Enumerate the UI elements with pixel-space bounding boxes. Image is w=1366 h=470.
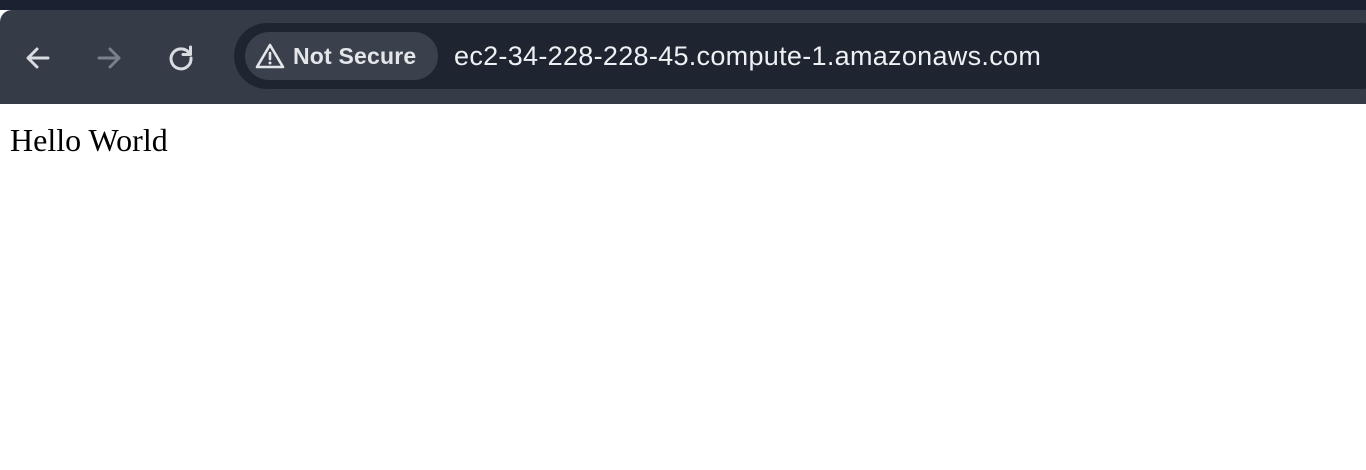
arrow-left-icon [26,47,50,69]
arrow-right-icon [97,47,121,69]
security-label: Not Secure [293,42,417,69]
back-button[interactable] [20,40,56,76]
reload-button[interactable] [163,40,199,76]
warning-triangle-icon [254,40,286,72]
page-content: Hello World [0,104,1366,470]
security-indicator[interactable]: Not Secure [245,32,438,80]
url-text[interactable]: ec2-34-228-228-45.compute-1.amazonaws.co… [454,23,1041,89]
window-frame-top [0,0,1366,10]
reload-icon [169,45,193,71]
address-bar[interactable]: Not Secure ec2-34-228-228-45.compute-1.a… [234,23,1366,89]
page-body-text: Hello World [10,122,168,158]
browser-toolbar: Not Secure ec2-34-228-228-45.compute-1.a… [0,10,1366,104]
forward-button[interactable] [91,40,127,76]
